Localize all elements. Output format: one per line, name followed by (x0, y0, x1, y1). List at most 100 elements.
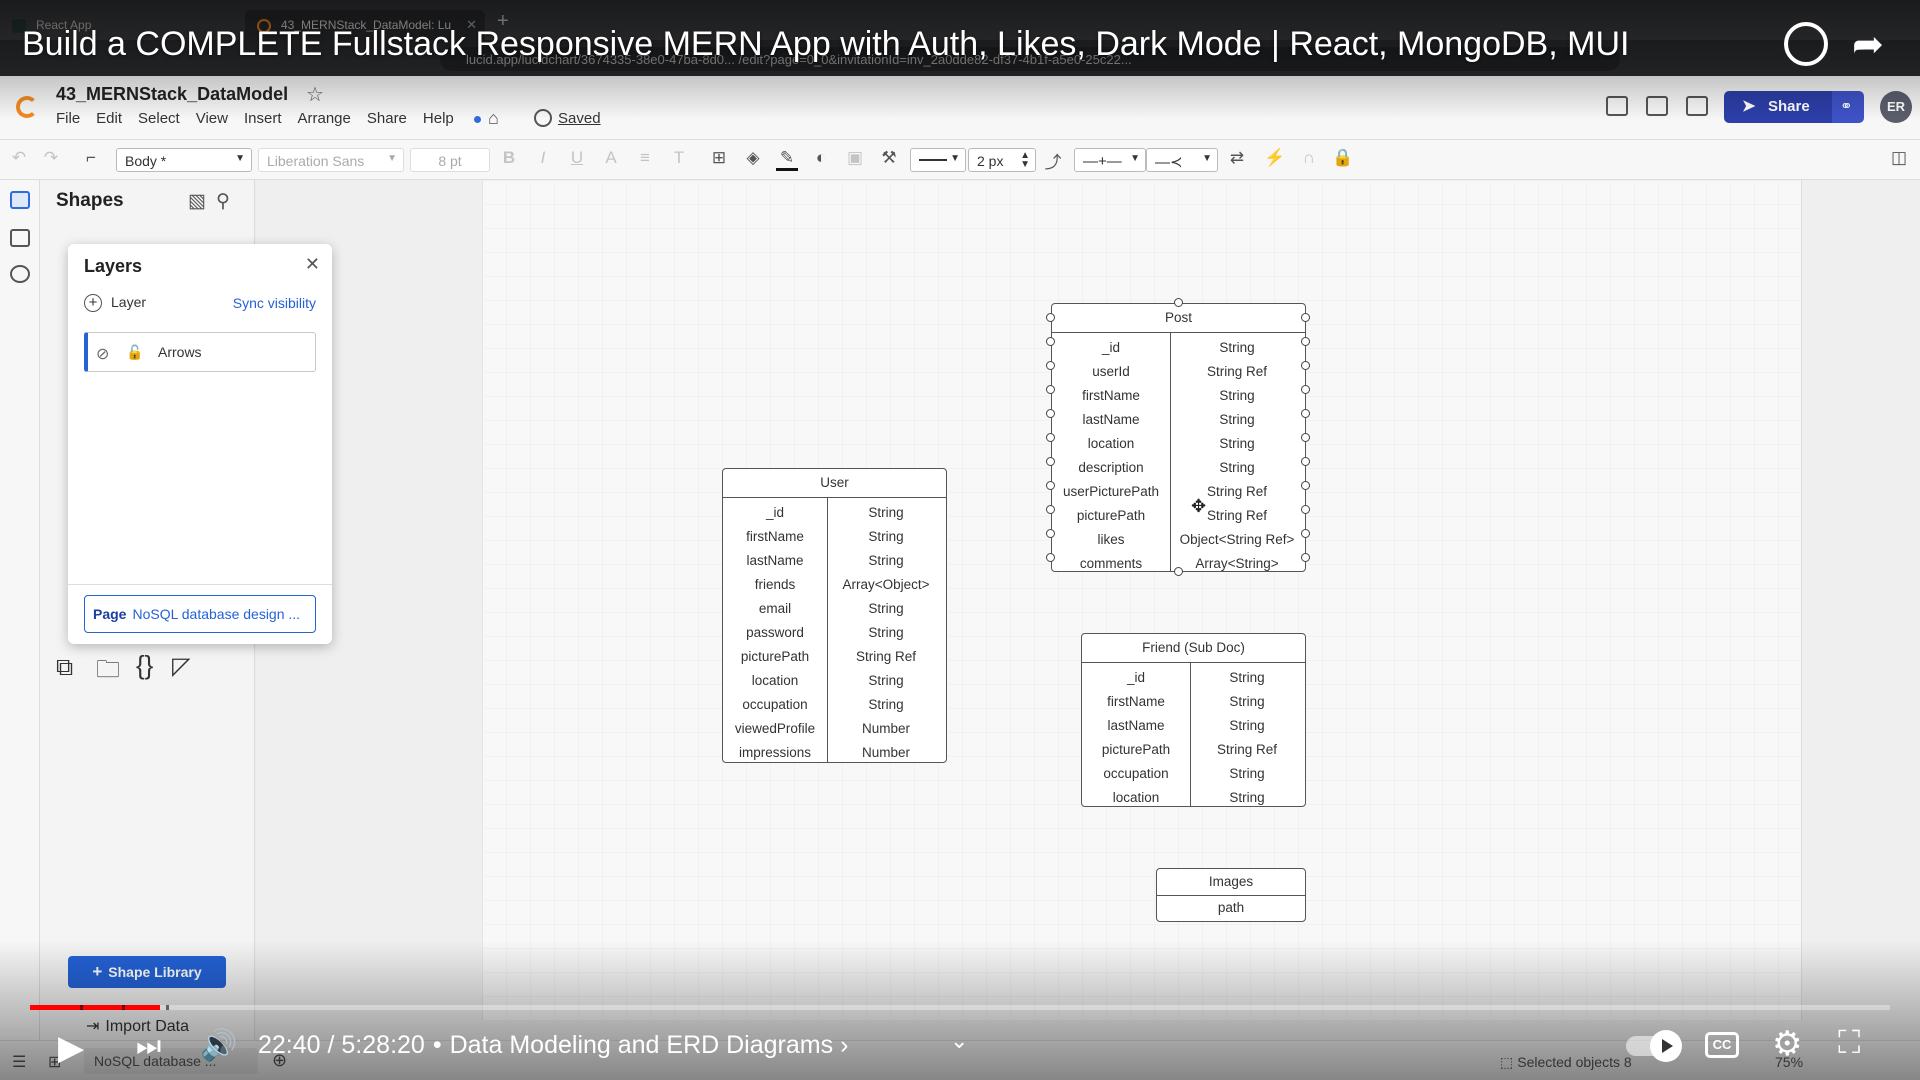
next-icon[interactable]: ⏭ (136, 1030, 161, 1063)
line-style-select[interactable]: ▼ (910, 148, 966, 172)
image-icon[interactable]: ▣ (844, 148, 866, 168)
images-table[interactable]: Images path (1156, 868, 1306, 922)
resize-handle[interactable] (1301, 505, 1310, 514)
text-style-select[interactable]: Body * ▼ (116, 148, 252, 172)
star-icon[interactable]: ☆ (306, 82, 324, 107)
line-end-select[interactable]: —≺ ▼ (1146, 148, 1218, 172)
line-start-select[interactable]: —+— ▼ (1074, 148, 1146, 172)
watch-later-icon[interactable] (1784, 22, 1828, 66)
friend-table[interactable]: Friend (Sub Doc) _id String firstName Strin… (1081, 633, 1306, 807)
copy-link-button[interactable]: ⚭ (1832, 91, 1864, 123)
settings-gear-icon[interactable]: ⚙ (1772, 1024, 1802, 1064)
resize-handle[interactable] (1301, 481, 1310, 490)
resize-handle[interactable] (1301, 337, 1310, 346)
page-selector[interactable]: Page NoSQL database design ... (84, 595, 316, 633)
chevron-down-icon[interactable]: ⌄ (950, 1028, 968, 1054)
menu-share[interactable]: Share (367, 110, 407, 127)
braces-shape-icon[interactable]: {} (136, 650, 153, 681)
volume-icon[interactable]: 🔊 (200, 1028, 237, 1063)
italic-icon[interactable]: I (532, 148, 554, 168)
video-call-icon[interactable] (1686, 96, 1708, 116)
layer-item-arrows[interactable]: ⊘ 🔓 Arrows (84, 332, 316, 372)
present-icon[interactable] (1646, 96, 1668, 116)
document-title[interactable]: 43_MERNStack_DataModel (56, 84, 288, 105)
undo-icon[interactable]: ↶ (8, 148, 30, 168)
add-layer-button[interactable]: + Layer (84, 294, 146, 312)
menu-insert[interactable]: Insert (244, 110, 282, 127)
menu-edit[interactable]: Edit (96, 110, 122, 127)
resize-handle[interactable] (1046, 337, 1055, 346)
video-title[interactable]: Build a COMPLETE Fullstack Responsive ME… (22, 25, 1629, 64)
menu-view[interactable]: View (196, 110, 228, 127)
align-icon[interactable]: ≡ (634, 148, 656, 168)
saved-status[interactable]: Saved (558, 110, 601, 127)
resize-handle[interactable] (1301, 457, 1310, 466)
data-icon[interactable] (10, 265, 30, 283)
resize-handle[interactable] (1301, 361, 1310, 370)
shapes-icon[interactable] (10, 191, 30, 209)
shape-options-icon[interactable]: ⊞ (708, 148, 730, 168)
shape-library-button[interactable]: + Shape Library (68, 956, 226, 988)
video-progress-track[interactable] (30, 1005, 1890, 1010)
sync-visibility-link[interactable]: Sync visibility (233, 295, 316, 311)
avatar[interactable]: ER (1880, 91, 1912, 123)
underline-icon[interactable]: U (566, 148, 588, 168)
resize-handle[interactable] (1046, 505, 1055, 514)
resize-handle[interactable] (1046, 361, 1055, 370)
menu-file[interactable]: File (56, 110, 80, 127)
resize-handle[interactable] (1301, 433, 1310, 442)
resize-handle[interactable] (1046, 433, 1055, 442)
text-options-icon[interactable]: T (668, 148, 690, 168)
format-painter-icon[interactable]: ⌐ (80, 148, 102, 168)
font-size-stepper[interactable]: 8 pt (410, 148, 490, 172)
pages-icon[interactable] (10, 229, 30, 247)
redo-icon[interactable]: ↷ (40, 148, 62, 168)
resize-handle[interactable] (1046, 481, 1055, 490)
resize-handle[interactable] (1301, 553, 1310, 562)
exit-fullscreen-icon[interactable]: ⛶ (1838, 1024, 1860, 1062)
list-icon[interactable]: ☰ (12, 1052, 26, 1072)
unlock-icon[interactable]: 🔓 (126, 344, 143, 361)
font-select[interactable]: Liberation Sans ▼ (258, 148, 404, 172)
image-search-icon[interactable]: ▧ (188, 190, 206, 213)
resize-handle[interactable] (1301, 529, 1310, 538)
action-icon[interactable]: ⚡ (1264, 148, 1286, 168)
resize-handle[interactable] (1173, 567, 1183, 576)
subtitles-button[interactable]: CC (1705, 1032, 1739, 1058)
lock-icon[interactable]: 🔒 (1332, 148, 1354, 168)
note-shape-icon[interactable]: ◸ (172, 652, 190, 681)
resize-handle[interactable] (1046, 529, 1055, 538)
autoplay-toggle[interactable] (1626, 1030, 1682, 1062)
fill-color-icon[interactable]: ◈ (742, 148, 764, 168)
bold-icon[interactable]: B (498, 148, 520, 168)
folder-shape-icon[interactable]: 🗀 (96, 652, 120, 693)
play-icon[interactable]: ▶ (58, 1028, 84, 1068)
chapter-title[interactable]: Data Modeling and ERD Diagrams (450, 1031, 834, 1059)
resize-handle[interactable] (1046, 553, 1055, 562)
panel-toggle-icon[interactable]: ◫ (1888, 148, 1910, 168)
resize-handle[interactable] (1046, 457, 1055, 466)
menu-arrange[interactable]: Arrange (298, 110, 351, 127)
comments-icon[interactable] (1606, 96, 1628, 116)
share-video-icon[interactable]: ➦ (1852, 22, 1884, 67)
lucid-logo-icon[interactable] (16, 96, 38, 118)
resize-handle[interactable] (1046, 313, 1055, 322)
close-icon[interactable]: ✕ (305, 254, 320, 275)
menu-help[interactable]: Help (423, 110, 497, 127)
animation-icon[interactable]: ∩ (1298, 148, 1320, 168)
search-icon[interactable]: ⚲ (216, 190, 230, 213)
text-color-icon[interactable]: A (600, 148, 622, 168)
resize-handle[interactable] (1301, 385, 1310, 394)
gift-icon[interactable]: ⌂ (488, 108, 499, 129)
magic-wand-icon[interactable]: ⚒ (878, 148, 900, 168)
resize-handle[interactable] (1301, 313, 1310, 322)
resize-handle[interactable] (1046, 409, 1055, 418)
opacity-icon[interactable]: ◐ (810, 148, 832, 168)
hidden-eye-icon[interactable]: ⊘ (96, 344, 109, 364)
swap-icon[interactable]: ⇄ (1226, 148, 1248, 168)
resize-handle[interactable] (1046, 385, 1055, 394)
resize-handle[interactable] (1173, 298, 1183, 307)
line-width-stepper[interactable]: 2 px ▲ ▼ (968, 148, 1036, 172)
connector-style-icon[interactable]: ⤴ (1042, 148, 1064, 173)
user-table[interactable]: User _id String firstName String lastName Str… (722, 468, 947, 763)
